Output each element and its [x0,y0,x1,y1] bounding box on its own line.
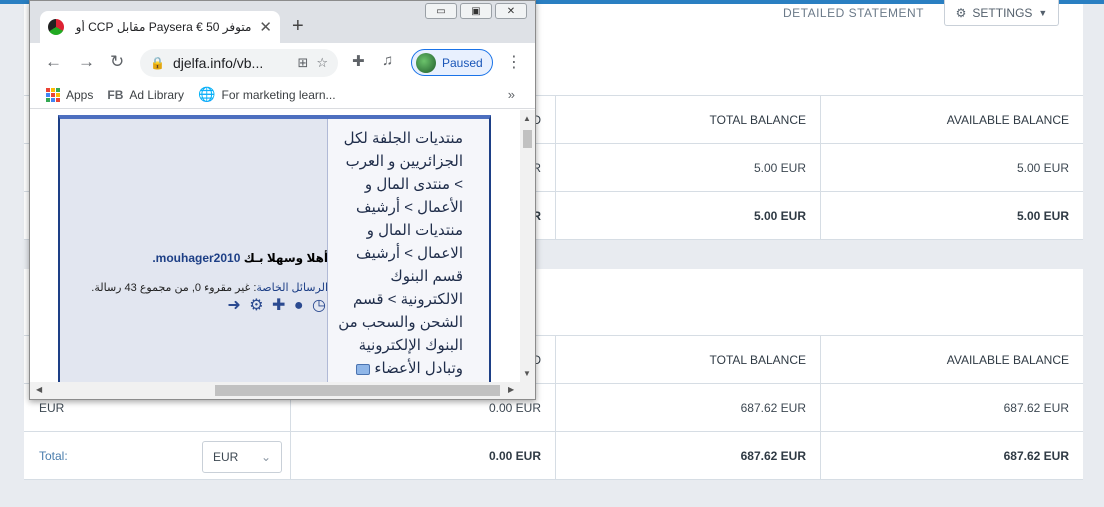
row-available-balance: 687.62 EUR [820,384,1083,432]
extensions-icon[interactable]: ✚ [352,52,365,70]
currency-select-value: EUR [213,450,239,464]
bookmarks-overflow-icon[interactable]: » [508,87,515,102]
scroll-thumb[interactable] [523,130,532,148]
translate-icon[interactable]: ⊞ [297,55,308,71]
new-tab-icon[interactable]: + [292,16,304,36]
user-action-icons: ◷ ● ✚ ⚙ ➜ [60,295,328,315]
settings-label: SETTINGS [972,5,1033,20]
row-total-balance: 687.62 EUR [555,384,820,432]
clock-icon[interactable]: ◷ [312,297,328,314]
window-controls: ▭ ▣ ✕ [425,3,527,19]
currency-select[interactable]: EUR ⌄ [202,441,282,473]
logout-icon[interactable]: ➜ [227,297,242,314]
menu-kebab-icon[interactable]: ⋮ [506,52,522,72]
pm-summary: : غير مقروء 0, من مجموع 43 رسالة. [91,282,257,294]
scroll-thumb[interactable] [215,385,500,396]
chevron-down-icon: ⌄ [260,450,271,464]
total-balance-value: 687.62 EUR [555,432,820,480]
bookmark-label: Ad Library [129,87,185,102]
bookmark-marketing[interactable]: 🌐 For marketing learn... [198,86,335,103]
lock-icon: 🔒 [150,56,165,70]
bookmark-apps[interactable]: Apps [46,87,94,102]
url-text: djelfa.info/vb... [172,55,264,71]
scroll-down-icon[interactable]: ▼ [523,369,531,378]
bookmark-label: Apps [66,87,94,102]
media-queue-icon[interactable]: ♫ [382,52,393,69]
apps-grid-icon [46,87,60,102]
pm-link[interactable]: الرسائل الخاصة [256,282,328,294]
breadcrumb: منتديات الجلفة لكل الجزائريين و العرب > … [327,119,489,382]
maximize-icon[interactable]: ▣ [460,3,492,19]
horizontal-scrollbar[interactable]: ◀ ▶ [30,382,535,399]
table-total-row: Total: EUR ⌄ 0.00 EUR 687.62 EUR 687.62 … [24,432,1083,480]
site-favicon-icon [48,19,64,35]
minimize-icon[interactable]: ▭ [425,3,457,19]
total-label: Total: [39,449,68,463]
browser-window: متوفر 50 € Paysera مقابل CCP أو بريدي ✕ … [29,0,536,400]
total-balance-value: 5.00 EUR [555,192,820,240]
detailed-statement-link[interactable]: DETAILED STATEMENT [783,6,924,20]
page-viewport: منتديات الجلفة لكل الجزائريين و العرب > … [30,110,520,382]
total-value: 0.00 EUR [290,432,555,480]
bookmarks-bar: Apps FB Ad Library 🌐 For marketing learn… [30,81,535,109]
forum-header-box: منتديات الجلفة لكل الجزائريين و العرب > … [58,115,491,382]
panel-header-actions: DETAILED STATEMENT ⚙ SETTINGS ▼ [783,0,1059,26]
close-icon[interactable]: ✕ [259,18,272,36]
bookmark-ad-library[interactable]: FB Ad Library [107,88,184,102]
header-available-balance: AVAILABLE BALANCE [820,96,1083,144]
header-total-balance: TOTAL BALANCE [555,336,820,384]
chat-icon[interactable]: ● [294,297,306,314]
bookmark-label: For marketing learn... [221,87,336,102]
scroll-up-icon[interactable]: ▲ [523,114,531,123]
address-bar[interactable]: 🔒 djelfa.info/vb... ⊞ ☆ [140,49,338,77]
window-close-icon[interactable]: ✕ [495,3,527,19]
private-messages: الرسائل الخاصة: غير مقروء 0, من مجموع 43… [60,281,328,294]
tab-strip: متوفر 50 € Paysera مقابل CCP أو بريدي ✕ … [30,1,535,43]
tab-title: متوفر 50 € Paysera مقابل CCP أو بريدي [72,20,252,34]
available-balance-value: 5.00 EUR [820,192,1083,240]
profile-button[interactable]: Paused [411,49,493,76]
total-label-cell: Total: EUR ⌄ [24,432,290,480]
username-link[interactable]: mouhager2010. [152,251,240,265]
settings-button[interactable]: ⚙ SETTINGS ▼ [944,0,1059,26]
gear-icon[interactable]: ⚙ [249,297,265,314]
scroll-left-icon[interactable]: ◀ [36,385,42,394]
avatar [416,52,436,73]
back-icon[interactable]: ← [45,51,62,73]
row-total-balance: 5.00 EUR [555,144,820,192]
scroll-right-icon[interactable]: ▶ [508,385,514,394]
gear-icon: ⚙ [955,5,967,20]
header-available-balance: AVAILABLE BALANCE [820,336,1083,384]
header-total-balance: TOTAL BALANCE [555,96,820,144]
globe-icon: 🌐 [198,86,216,102]
welcome-message: أهلا وسهلا بـك mouhager2010. [60,251,328,265]
row-available-balance: 5.00 EUR [820,144,1083,192]
profile-status: Paused [442,55,483,70]
reload-icon[interactable]: ↻ [110,51,124,73]
available-balance-value: 687.62 EUR [820,432,1083,480]
vertical-scrollbar[interactable]: ▲ ▼ [520,110,535,382]
browser-toolbar: ← → ↻ 🔒 djelfa.info/vb... ⊞ ☆ ✚ ♫ Paused… [30,43,535,81]
breadcrumb-text[interactable]: منتديات الجلفة لكل الجزائريين و العرب > … [338,130,463,377]
chevron-down-icon: ▼ [1038,7,1048,18]
add-user-icon[interactable]: ✚ [272,297,287,314]
star-icon[interactable]: ☆ [316,55,328,71]
fb-prefix: FB [107,87,124,102]
forward-icon[interactable]: → [78,51,95,73]
welcome-prefix: أهلا وسهلا بـك [240,251,328,265]
folder-icon [356,363,371,375]
browser-tab[interactable]: متوفر 50 € Paysera مقابل CCP أو بريدي ✕ [40,11,280,43]
